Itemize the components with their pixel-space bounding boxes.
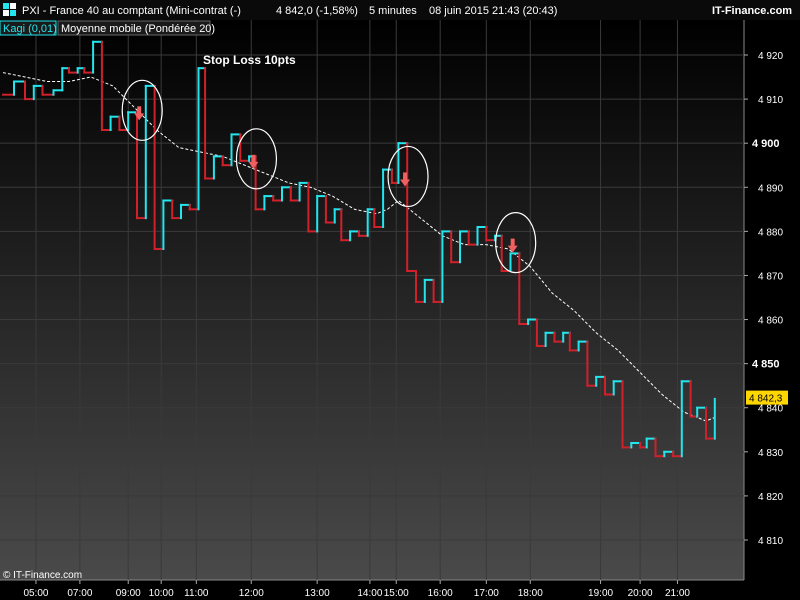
instrument-title: PXI - France 40 au comptant (Mini-contra… <box>22 5 241 17</box>
y-tick-label: 4 840 <box>758 404 783 415</box>
y-tick-label: 4 890 <box>758 183 783 194</box>
x-tick-label: 15:00 <box>384 588 409 599</box>
x-tick-label: 11:00 <box>184 588 209 599</box>
chart: PXI - France 40 au comptant (Mini-contra… <box>0 0 800 600</box>
x-tick-label: 05:00 <box>23 588 48 599</box>
x-tick-label: 13:00 <box>305 588 330 599</box>
y-tick-label: 4 810 <box>758 536 783 547</box>
last-price-label: 4 842,3 <box>746 390 788 405</box>
x-tick-label: 14:00 <box>357 588 382 599</box>
x-tick-label: 07:00 <box>67 588 92 599</box>
x-tick-label: 19:00 <box>588 588 613 599</box>
legend-kagi[interactable]: Kagi (0,01) <box>3 23 57 35</box>
y-tick-label: 4 900 <box>752 138 780 150</box>
y-tick-label: 4 920 <box>758 51 783 62</box>
datetime: 08 juin 2015 21:43 (20:43) <box>429 5 557 17</box>
x-tick-label: 18:00 <box>518 588 543 599</box>
y-tick-label: 4 860 <box>758 316 783 327</box>
stop-loss-annotation: Stop Loss 10pts <box>203 53 296 67</box>
copyright: © IT-Finance.com <box>3 570 82 581</box>
x-tick-label: 09:00 <box>116 588 141 599</box>
last-price-value: 4 842,3 <box>749 394 783 405</box>
x-tick-label: 16:00 <box>428 588 453 599</box>
legend-ma[interactable]: Moyenne mobile (Pondérée 20) <box>61 23 215 35</box>
y-tick-label: 4 820 <box>758 492 783 503</box>
y-tick-label: 4 910 <box>758 95 783 106</box>
y-tick-label: 4 880 <box>758 227 783 238</box>
x-tick-label: 17:00 <box>474 588 499 599</box>
timeframe: 5 minutes <box>369 5 417 17</box>
y-tick-label: 4 870 <box>758 271 783 282</box>
x-tick-label: 21:00 <box>665 588 690 599</box>
last-info: 4 842,0 (-1,58%) <box>276 5 358 17</box>
y-tick-label: 4 850 <box>752 359 780 371</box>
x-tick-label: 10:00 <box>149 588 174 599</box>
y-tick-label: 4 830 <box>758 448 783 459</box>
x-tick-label: 12:00 <box>239 588 264 599</box>
brand: IT-Finance.com <box>712 5 792 17</box>
x-tick-label: 20:00 <box>628 588 653 599</box>
